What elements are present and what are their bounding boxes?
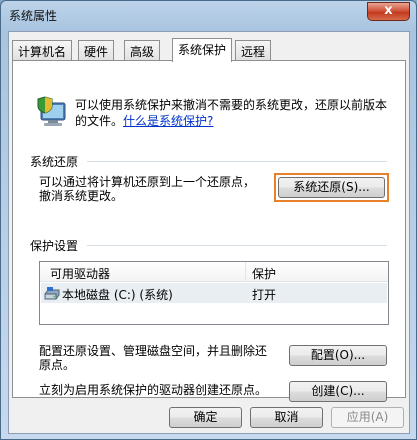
system-restore-button[interactable]: 系统还原(S)... [278,177,385,198]
drive-list-header: 可用驱动器 保护 [40,262,388,282]
system-restore-divider [87,161,387,162]
ok-button[interactable]: 确定 [169,407,242,428]
tab-system-protection[interactable]: 系统保护 [172,38,233,62]
drive-protection-status: 打开 [252,288,277,302]
drive-icon [44,285,60,301]
tab-advanced[interactable]: 高级 [124,40,161,60]
create-button[interactable]: 创建(C)... [289,381,387,402]
cancel-button[interactable]: 取消 [250,407,323,428]
configure-description-1: 配置还原设置、管理磁盘空间，并且删除还 [39,344,268,358]
tab-hardware[interactable]: 硬件 [78,40,115,60]
tab-computer-name[interactable]: 计算机名 [12,40,73,60]
table-row[interactable]: 本地磁盘 (C:) (系统) 打开 [41,283,387,303]
configure-button[interactable]: 配置(O)... [289,345,387,366]
intro-text: 可以使用系统保护来撤消不需要的系统更改，还原以前版本的文件。什么是系统保护? [75,97,395,129]
dialog-client: 计算机名 硬件 高级 系统保护 远程 可以使用系统保护来撤消不需要的系统更改，还… [8,31,410,434]
create-description: 立刻为启用系统保护的驱动器创建还原点。 [39,383,268,397]
protection-settings-divider [87,245,387,246]
tab-remote[interactable]: 远程 [235,40,272,60]
intro-description: 可以使用系统保护来撤消不需要的系统更改，还原以前版本的文件。 [75,98,388,128]
system-protection-panel: 可以使用系统保护来撤消不需要的系统更改，还原以前版本的文件。什么是系统保护? 系… [12,60,406,402]
configure-description-2: 原点。 [39,358,76,372]
close-icon: x [384,3,393,18]
what-is-system-protection-link[interactable]: 什么是系统保护? [123,114,213,128]
system-properties-window: 系统属性 x 计算机名 硬件 高级 系统保护 远程 可以使用系统保护来撤消不需要… [0,0,417,440]
close-button[interactable]: x [367,2,410,21]
protection-settings-group-label: 保护设置 [30,237,83,254]
column-protection[interactable]: 保护 [252,265,276,282]
drive-name: 本地磁盘 (C:) (系统) [62,288,173,302]
column-available-drives[interactable]: 可用驱动器 [50,265,110,282]
system-restore-description-2: 撤消系统更改。 [39,189,124,203]
window-title: 系统属性 [9,9,58,23]
column-separator [245,262,246,282]
title-bar[interactable]: 系统属性 x [1,1,416,31]
drive-list[interactable]: 可用驱动器 保护 本地磁盘 (C:) (系统) 打开 [39,261,389,325]
apply-button[interactable]: 应用(A) [331,407,404,428]
system-restore-group-label: 系统还原 [30,153,83,170]
system-restore-description-1: 可以通过将计算机还原到上一个还原点， [39,175,256,189]
shield-computer-icon [35,95,69,129]
